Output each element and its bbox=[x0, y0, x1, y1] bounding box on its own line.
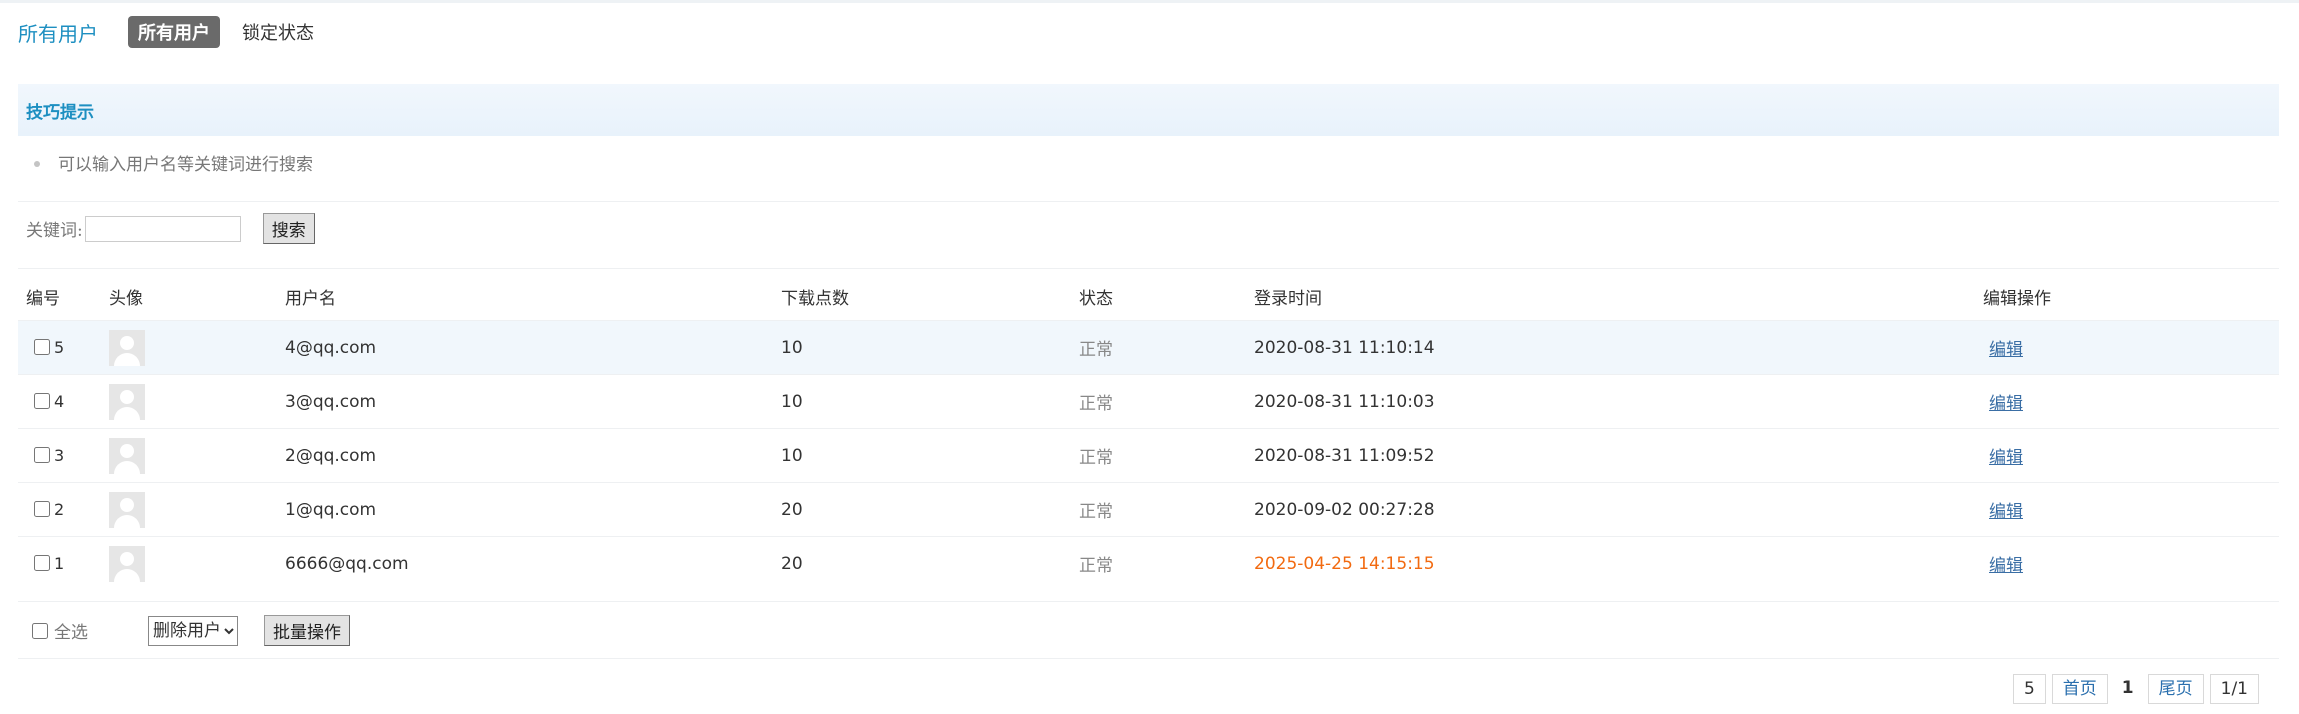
bulk-action-select[interactable]: 删除用户 bbox=[148, 615, 238, 646]
edit-link[interactable]: 编辑 bbox=[1989, 448, 2023, 468]
row-login-time: 2025-04-25 14:15:15 bbox=[1254, 536, 1983, 590]
bulk-actions: 全选 删除用户 批量操作 bbox=[26, 615, 350, 646]
user-table: 编号 头像 用户名 下载点数 状态 登录时间 编辑操作 5 4@qq.com 1… bbox=[18, 272, 2279, 590]
search-bar: 关键词: 搜索 bbox=[26, 213, 315, 244]
row-checkbox[interactable] bbox=[34, 392, 50, 409]
col-header-id: 编号 bbox=[26, 288, 60, 309]
avatar-icon bbox=[109, 491, 145, 528]
pager-current: 1 bbox=[2121, 678, 2134, 698]
row-status: 正常 bbox=[1079, 536, 1254, 590]
tip-item: 可以输入用户名等关键词进行搜索 bbox=[18, 150, 313, 175]
row-status: 正常 bbox=[1079, 482, 1254, 537]
col-header-edit: 编辑操作 bbox=[1983, 288, 2051, 309]
tips-title: 技巧提示 bbox=[26, 103, 94, 123]
pager-pages: 1/1 bbox=[2209, 674, 2259, 704]
row-checkbox[interactable] bbox=[34, 338, 50, 355]
table-row: 4 3@qq.com 10 正常 2020-08-31 11:10:03 编辑 bbox=[18, 374, 2279, 429]
tip-text: 可以输入用户名等关键词进行搜索 bbox=[58, 155, 313, 175]
tab-bar: 所有用户 所有用户 锁定状态 bbox=[18, 16, 324, 48]
col-header-status: 状态 bbox=[1079, 288, 1113, 309]
avatar-icon bbox=[109, 437, 145, 474]
edit-link[interactable]: 编辑 bbox=[1989, 556, 2023, 576]
pager-total: 5 bbox=[2012, 674, 2046, 704]
row-checkbox[interactable] bbox=[34, 500, 50, 517]
table-row: 1 6666@qq.com 20 正常 2025-04-25 14:15:15 … bbox=[18, 536, 2279, 590]
bulk-operate-button[interactable]: 批量操作 bbox=[264, 615, 350, 646]
tab-all-users[interactable]: 所有用户 bbox=[128, 16, 220, 48]
search-input[interactable] bbox=[84, 215, 241, 242]
tips-header: 技巧提示 bbox=[18, 84, 2279, 136]
row-points: 20 bbox=[781, 536, 1079, 590]
row-checkbox[interactable] bbox=[34, 554, 50, 571]
avatar-icon bbox=[109, 383, 145, 420]
divider bbox=[18, 201, 2279, 202]
table-header-row: 编号 头像 用户名 下载点数 状态 登录时间 编辑操作 bbox=[18, 272, 2279, 321]
col-header-login-time: 登录时间 bbox=[1254, 288, 1322, 309]
select-all-checkbox[interactable] bbox=[32, 622, 48, 639]
row-id: 2 bbox=[54, 499, 65, 519]
col-header-points: 下载点数 bbox=[781, 288, 849, 309]
pagination: 5 首页 1 尾页 1/1 bbox=[2007, 674, 2259, 704]
col-header-username: 用户名 bbox=[285, 288, 336, 309]
row-username: 3@qq.com bbox=[285, 374, 781, 429]
row-points: 10 bbox=[781, 374, 1079, 429]
top-border bbox=[0, 0, 2299, 3]
bullet-icon bbox=[34, 161, 40, 167]
tab-locked-status[interactable]: 锁定状态 bbox=[232, 16, 324, 48]
avatar-icon bbox=[109, 329, 145, 366]
table-row: 5 4@qq.com 10 正常 2020-08-31 11:10:14 编辑 bbox=[18, 320, 2279, 375]
page-title: 所有用户 bbox=[18, 21, 98, 46]
edit-link[interactable]: 编辑 bbox=[1989, 394, 2023, 414]
col-header-avatar: 头像 bbox=[109, 288, 143, 309]
row-login-time: 2020-08-31 11:09:52 bbox=[1254, 428, 1983, 483]
row-checkbox[interactable] bbox=[34, 446, 50, 463]
row-username: 6666@qq.com bbox=[285, 536, 781, 590]
row-status: 正常 bbox=[1079, 428, 1254, 483]
select-all-label: 全选 bbox=[54, 623, 88, 643]
row-id: 3 bbox=[54, 445, 65, 465]
edit-link[interactable]: 编辑 bbox=[1989, 502, 2023, 522]
row-points: 10 bbox=[781, 428, 1079, 483]
search-label: 关键词: bbox=[26, 221, 83, 241]
edit-link[interactable]: 编辑 bbox=[1989, 340, 2023, 360]
row-username: 4@qq.com bbox=[285, 320, 781, 375]
search-button[interactable]: 搜索 bbox=[262, 213, 315, 244]
avatar-icon bbox=[109, 545, 145, 582]
row-id: 5 bbox=[54, 337, 65, 357]
pager-first[interactable]: 首页 bbox=[2051, 674, 2108, 704]
row-login-time: 2020-08-31 11:10:14 bbox=[1254, 320, 1983, 375]
divider bbox=[18, 268, 2279, 269]
row-id: 1 bbox=[54, 553, 65, 573]
row-login-time: 2020-08-31 11:10:03 bbox=[1254, 374, 1983, 429]
row-id: 4 bbox=[54, 391, 65, 411]
row-status: 正常 bbox=[1079, 374, 1254, 429]
row-login-time: 2020-09-02 00:27:28 bbox=[1254, 482, 1983, 537]
row-username: 2@qq.com bbox=[285, 428, 781, 483]
row-username: 1@qq.com bbox=[285, 482, 781, 537]
row-points: 20 bbox=[781, 482, 1079, 537]
divider bbox=[18, 658, 2279, 659]
row-status: 正常 bbox=[1079, 320, 1254, 375]
divider bbox=[18, 601, 2279, 602]
table-row: 2 1@qq.com 20 正常 2020-09-02 00:27:28 编辑 bbox=[18, 482, 2279, 537]
pager-last[interactable]: 尾页 bbox=[2147, 674, 2204, 704]
row-points: 10 bbox=[781, 320, 1079, 375]
table-row: 3 2@qq.com 10 正常 2020-08-31 11:09:52 编辑 bbox=[18, 428, 2279, 483]
